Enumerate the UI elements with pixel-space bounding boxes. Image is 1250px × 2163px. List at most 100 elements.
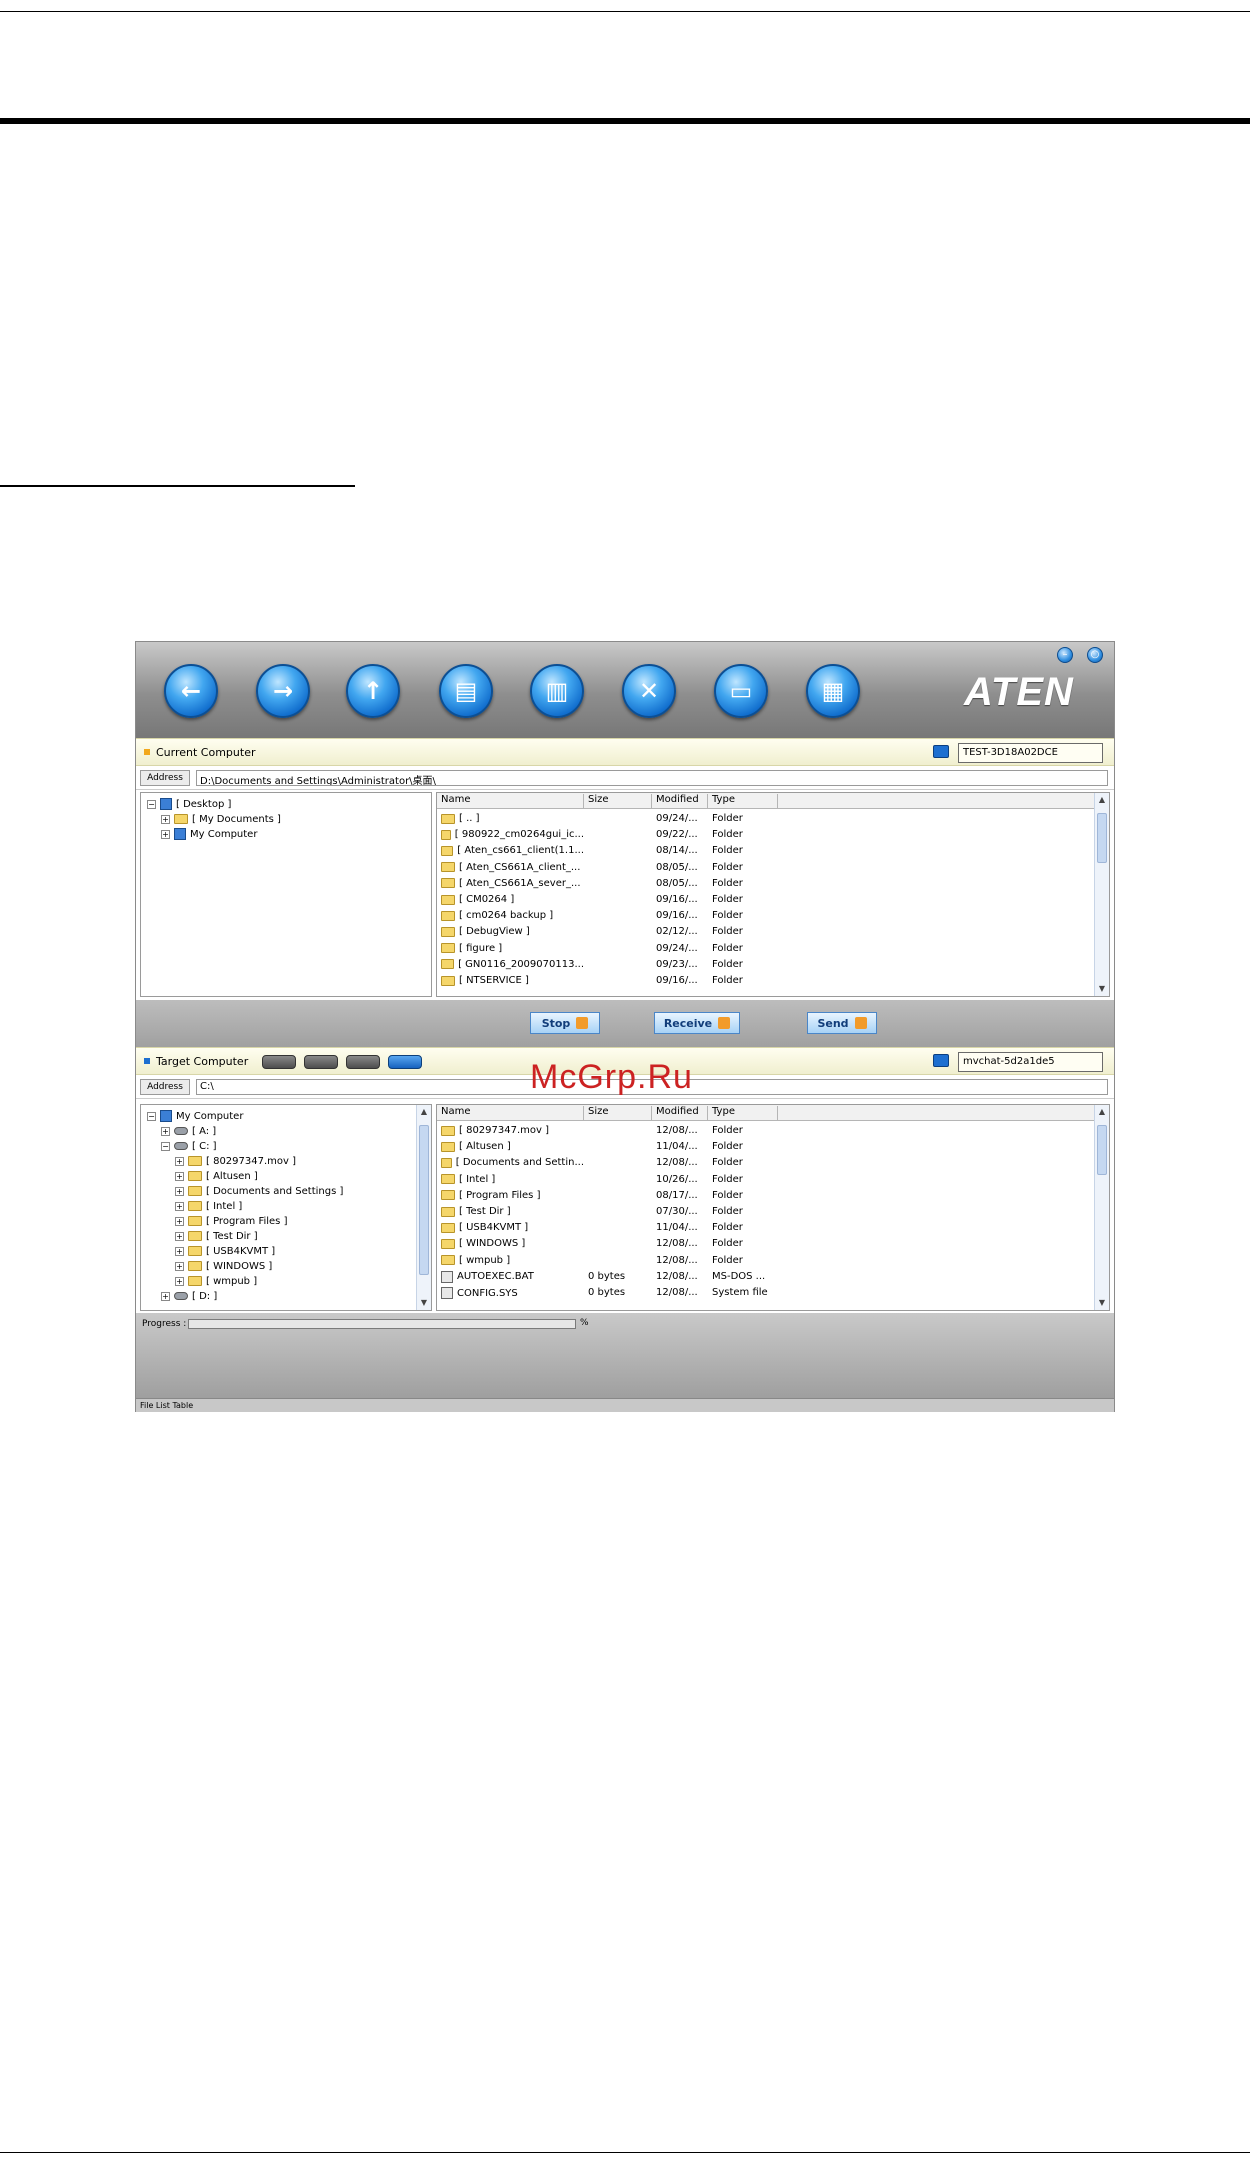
tree-node[interactable]: − My Computer bbox=[147, 1109, 243, 1123]
forward-button[interactable]: → bbox=[256, 664, 310, 718]
file-row[interactable]: [ Intel ] 10/26/... Folder bbox=[437, 1172, 1097, 1188]
computer-icon bbox=[160, 1110, 172, 1122]
expand-icon[interactable]: + bbox=[175, 1171, 184, 1181]
tree-node[interactable]: + [ WINDOWS ] bbox=[175, 1259, 272, 1273]
expand-icon[interactable]: + bbox=[161, 814, 170, 824]
file-row[interactable]: [ WINDOWS ] 12/08/... Folder bbox=[437, 1236, 1097, 1252]
stop-button[interactable]: Stop bbox=[530, 1012, 600, 1034]
file-row[interactable]: [ Program Files ] 08/17/... Folder bbox=[437, 1188, 1097, 1204]
expand-icon[interactable]: + bbox=[175, 1246, 184, 1256]
tree-node[interactable]: − [ C: ] bbox=[161, 1139, 217, 1153]
address-label: Address bbox=[140, 1079, 190, 1095]
tree-node[interactable]: + [ Altusen ] bbox=[175, 1169, 258, 1183]
file-row[interactable]: [ figure ] 09/24/... Folder bbox=[437, 941, 1097, 957]
scroll-down-icon[interactable]: ▼ bbox=[1097, 1298, 1107, 1308]
file-row[interactable]: [ GN0116_2009070113... 09/23/... Folder bbox=[437, 957, 1097, 973]
expand-icon[interactable]: + bbox=[161, 1291, 170, 1301]
expand-icon[interactable]: + bbox=[175, 1276, 184, 1286]
file-row[interactable]: [ USB4KVMT ] 11/04/... Folder bbox=[437, 1220, 1097, 1236]
minimize-button[interactable]: – bbox=[1057, 647, 1073, 663]
file-row[interactable]: [ 80297347.mov ] 12/08/... Folder bbox=[437, 1123, 1097, 1139]
target-host-field[interactable]: mvchat-5d2a1de5 bbox=[958, 1052, 1103, 1072]
tree-node[interactable]: − [ Desktop ] bbox=[147, 797, 231, 811]
session-4-button[interactable] bbox=[388, 1055, 422, 1069]
file-row[interactable]: [ wmpub ] 12/08/... Folder bbox=[437, 1253, 1097, 1269]
scroll-thumb[interactable] bbox=[1097, 1125, 1107, 1175]
scroll-down-icon[interactable]: ▼ bbox=[1097, 984, 1107, 994]
copy-button[interactable]: ▤ bbox=[439, 664, 493, 718]
file-row[interactable]: [ CM0264 ] 09/16/... Folder bbox=[437, 892, 1097, 908]
file-modified: 09/22/... bbox=[656, 829, 698, 841]
file-row[interactable]: AUTOEXEC.BAT 0 bytes 12/08/... MS-DOS ... bbox=[437, 1269, 1097, 1285]
column-modified[interactable]: Modified bbox=[652, 1106, 708, 1120]
tree-node[interactable]: + [ Test Dir ] bbox=[175, 1229, 258, 1243]
vertical-scrollbar[interactable]: ▲ ▼ bbox=[416, 1105, 431, 1310]
scroll-thumb[interactable] bbox=[1097, 813, 1107, 863]
file-row[interactable]: [ .. ] 09/24/... Folder bbox=[437, 811, 1097, 827]
expand-icon[interactable]: + bbox=[161, 1126, 170, 1136]
scroll-thumb[interactable] bbox=[419, 1125, 429, 1275]
file-modified: 08/17/... bbox=[656, 1189, 698, 1201]
close-button[interactable]: ○ bbox=[1087, 647, 1103, 663]
scroll-up-icon[interactable]: ▲ bbox=[1097, 795, 1107, 805]
send-button[interactable]: Send bbox=[807, 1012, 877, 1034]
tree-node[interactable]: + [ D: ] bbox=[161, 1289, 217, 1303]
paste-button[interactable]: ▥ bbox=[530, 664, 584, 718]
file-row[interactable]: CONFIG.SYS 0 bytes 12/08/... System file bbox=[437, 1285, 1097, 1301]
tree-node[interactable]: + [ Documents and Settings ] bbox=[175, 1184, 343, 1198]
file-row[interactable]: [ Documents and Settin... 12/08/... Folder bbox=[437, 1155, 1097, 1171]
scroll-up-icon[interactable]: ▲ bbox=[1097, 1107, 1107, 1117]
session-1-button[interactable] bbox=[262, 1055, 296, 1069]
file-row[interactable]: [ NTSERVICE ] 09/16/... Folder bbox=[437, 973, 1097, 989]
file-row[interactable]: [ DebugView ] 02/12/... Folder bbox=[437, 924, 1097, 940]
file-row[interactable]: [ cm0264 backup ] 09/16/... Folder bbox=[437, 908, 1097, 924]
new-folder-button[interactable]: ▭ bbox=[714, 664, 768, 718]
tree-node[interactable]: + [ wmpub ] bbox=[175, 1274, 257, 1288]
tree-node[interactable]: + [ USB4KVMT ] bbox=[175, 1244, 275, 1258]
file-row[interactable]: [ Test Dir ] 07/30/... Folder bbox=[437, 1204, 1097, 1220]
scroll-down-icon[interactable]: ▼ bbox=[419, 1298, 429, 1308]
file-row[interactable]: [ Aten_cs661_client(1.1... 08/14/... Folde… bbox=[437, 843, 1097, 859]
expand-icon[interactable]: + bbox=[175, 1201, 184, 1211]
column-type[interactable]: Type bbox=[708, 1106, 778, 1120]
file-row[interactable]: [ Altusen ] 11/04/... Folder bbox=[437, 1139, 1097, 1155]
expand-icon[interactable]: + bbox=[175, 1261, 184, 1271]
folder-icon bbox=[441, 1238, 455, 1249]
folder-icon bbox=[441, 1125, 455, 1136]
delete-button[interactable]: ✕ bbox=[622, 664, 676, 718]
expand-icon[interactable]: + bbox=[161, 829, 170, 839]
expand-icon[interactable]: + bbox=[175, 1186, 184, 1196]
collapse-icon[interactable]: − bbox=[161, 1141, 170, 1151]
session-2-button[interactable] bbox=[304, 1055, 338, 1069]
file-row[interactable]: [ Aten_CS661A_sever_... 08/05/... Folder bbox=[437, 876, 1097, 892]
column-name[interactable]: Name bbox=[437, 1106, 584, 1120]
scroll-up-icon[interactable]: ▲ bbox=[419, 1107, 429, 1117]
expand-icon[interactable]: + bbox=[175, 1216, 184, 1226]
tree-node[interactable]: + [ Program Files ] bbox=[175, 1214, 287, 1228]
column-type[interactable]: Type bbox=[708, 794, 778, 808]
back-button[interactable]: ← bbox=[164, 664, 218, 718]
tree-node-label: [ My Documents ] bbox=[192, 813, 281, 825]
view-button[interactable]: ▦ bbox=[806, 664, 860, 718]
column-modified[interactable]: Modified bbox=[652, 794, 708, 808]
expand-icon[interactable]: + bbox=[175, 1156, 184, 1166]
tree-node[interactable]: + My Computer bbox=[161, 827, 257, 841]
up-button[interactable]: ↑ bbox=[346, 664, 400, 718]
file-row[interactable]: [ 980922_cm0264gui_ic... 09/22/... Folder bbox=[437, 827, 1097, 843]
file-row[interactable]: [ Aten_CS661A_client_... 08/05/... Folder bbox=[437, 860, 1097, 876]
column-name[interactable]: Name bbox=[437, 794, 584, 808]
tree-node[interactable]: + [ Intel ] bbox=[175, 1199, 242, 1213]
collapse-icon[interactable]: − bbox=[147, 799, 156, 809]
tree-node[interactable]: + [ 80297347.mov ] bbox=[175, 1154, 296, 1168]
current-address-input[interactable]: D:\Documents and Settings\Administrator\… bbox=[196, 770, 1108, 786]
tree-node[interactable]: + [ A: ] bbox=[161, 1124, 216, 1138]
current-host-field[interactable]: TEST-3D18A02DCE bbox=[958, 743, 1103, 763]
column-size[interactable]: Size bbox=[584, 794, 652, 808]
collapse-icon[interactable]: − bbox=[147, 1111, 156, 1121]
column-size[interactable]: Size bbox=[584, 1106, 652, 1120]
expand-icon[interactable]: + bbox=[175, 1231, 184, 1241]
receive-button[interactable]: Receive bbox=[654, 1012, 740, 1034]
tree-node[interactable]: + [ My Documents ] bbox=[161, 812, 281, 826]
folder-icon bbox=[441, 1206, 455, 1217]
session-3-button[interactable] bbox=[346, 1055, 380, 1069]
